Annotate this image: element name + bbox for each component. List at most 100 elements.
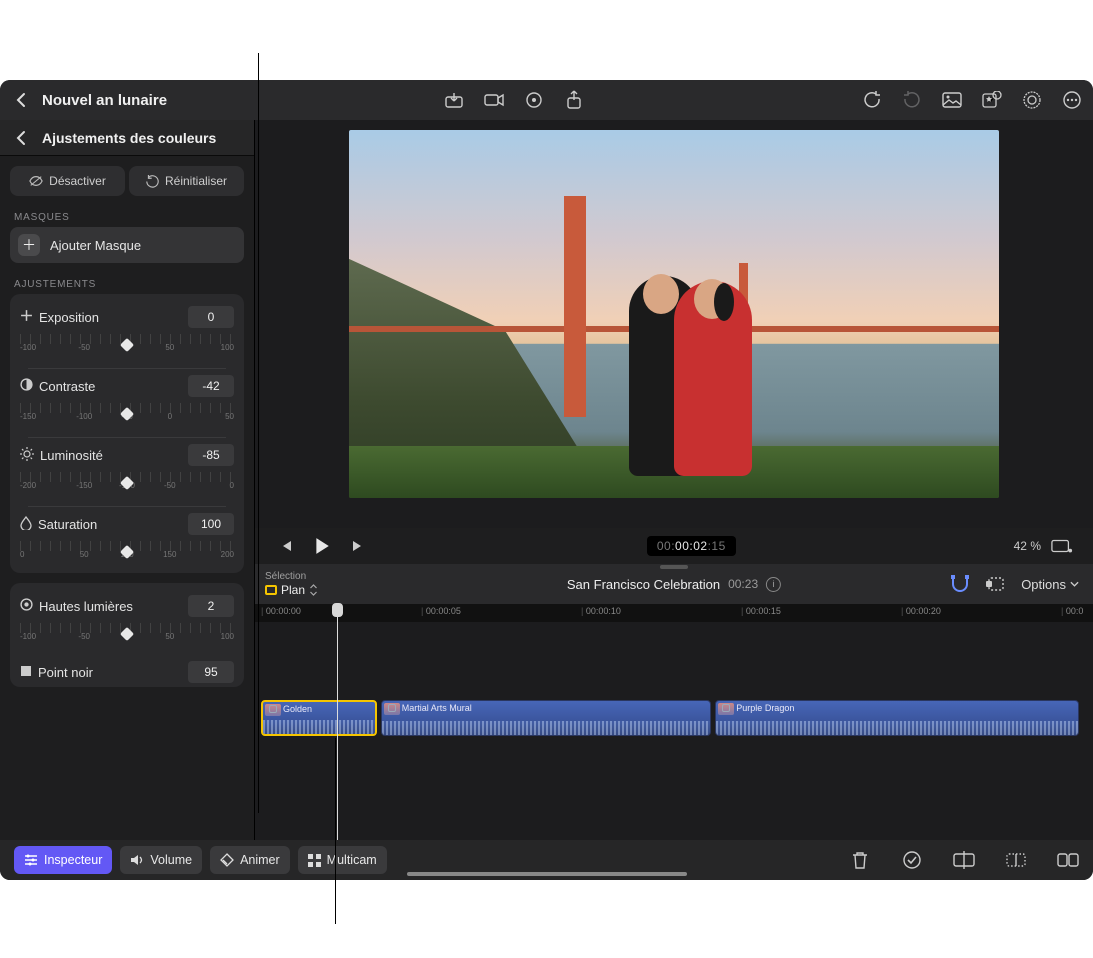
app-window: Nouvel an lunaire Ajustements des couleu…: [0, 80, 1093, 880]
ruler-tick: | 00:00:10: [581, 606, 621, 616]
split-icon[interactable]: [953, 849, 975, 871]
camera-icon[interactable]: [483, 89, 505, 111]
adjustment-value[interactable]: -42: [188, 375, 234, 397]
ruler-tick: | 00:0: [1061, 606, 1083, 616]
adjustment-icon: [20, 598, 33, 614]
delete-icon[interactable]: [849, 849, 871, 871]
selection-label: Sélection: [265, 571, 318, 582]
adjustment-slider[interactable]: -100-50050100: [20, 334, 234, 358]
clip-purple-dragon[interactable]: Purple Dragon: [715, 700, 1078, 736]
adjustment-icon: [20, 309, 33, 325]
multicam-tab[interactable]: Multicam: [298, 846, 387, 874]
inspector-tab[interactable]: Inspecteur: [14, 846, 112, 874]
plan-icon: [265, 585, 277, 595]
clip-golden[interactable]: Golden: [261, 700, 377, 736]
callout-line: [258, 53, 259, 813]
plus-icon: ＋: [18, 234, 40, 256]
effects-icon[interactable]: [981, 89, 1003, 111]
next-frame-icon[interactable]: [347, 535, 369, 557]
snapping-icon[interactable]: [985, 573, 1007, 595]
clip-checkbox[interactable]: [388, 704, 396, 712]
play-icon[interactable]: [311, 535, 333, 557]
adjustment-value[interactable]: 0: [188, 306, 234, 328]
disable-button[interactable]: Désactiver: [10, 166, 125, 196]
back-chevron-icon[interactable]: [10, 89, 32, 111]
adjustment-value[interactable]: -85: [188, 444, 234, 466]
timecode-display[interactable]: 00:00:02:15: [647, 536, 736, 556]
playhead[interactable]: [337, 604, 338, 840]
info-icon[interactable]: i: [766, 577, 781, 592]
ruler-tick: | 00:00:20: [901, 606, 941, 616]
undo-icon[interactable]: [861, 89, 883, 111]
zoom-value[interactable]: 42 %: [1014, 539, 1041, 553]
animate-tab[interactable]: Animer: [210, 846, 290, 874]
inspector-panel: Ajustements des couleurs Désactiver Réin…: [0, 120, 255, 840]
right-area: 00:00:02:15 42 % Sélection Plan: [255, 120, 1093, 840]
color-wheel-icon[interactable]: [1021, 89, 1043, 111]
project-title: Nouvel an lunaire: [42, 92, 167, 109]
adjustment-hautes-lumières: Hautes lumières 2 -100-50050100: [10, 589, 244, 655]
timeline-ruler[interactable]: | 00:00:00 | 00:00:05 | 00:00:10 | 00:00:15…: [255, 604, 1093, 622]
panel-header: Ajustements des couleurs: [0, 120, 254, 156]
clip-title: Purple Dragon: [736, 703, 794, 713]
adjustments-group-1: Exposition 0 -100-50050100 Contraste -42…: [10, 294, 244, 573]
clip-title: Martial Arts Mural: [402, 703, 472, 713]
viewer-mode-icon[interactable]: [1051, 535, 1073, 557]
trim-icon[interactable]: [1005, 849, 1027, 871]
adjustment-label: Contraste: [39, 379, 95, 394]
adjustment-icon: [20, 665, 32, 680]
clip-martial-arts-mural[interactable]: Martial Arts Mural: [381, 700, 711, 736]
home-indicator: [407, 872, 687, 876]
adjustment-icon: [20, 378, 33, 394]
panel-back-icon[interactable]: [10, 127, 32, 149]
add-mask-button[interactable]: ＋ Ajouter Masque: [10, 227, 244, 263]
adjustment-value[interactable]: 2: [188, 595, 234, 617]
clip-title: Golden: [283, 704, 312, 714]
adjustment-slider[interactable]: 050100150200: [20, 541, 234, 565]
magnetic-icon[interactable]: [949, 573, 971, 595]
adjustment-point-noir: Point noir 95: [10, 655, 244, 687]
share-icon[interactable]: [563, 89, 585, 111]
ruler-tick: | 00:00:00: [261, 606, 301, 616]
adjustment-icon: [20, 447, 34, 464]
more-icon[interactable]: [1061, 89, 1083, 111]
adjustment-saturation: Saturation 100 050100150200: [10, 507, 244, 573]
plan-mode-button[interactable]: Plan: [265, 583, 318, 597]
timeline-header: Sélection Plan San Francisco Celebration…: [255, 564, 1093, 604]
timeline-duration: 00:23: [728, 577, 758, 591]
volume-tab[interactable]: Volume: [120, 846, 202, 874]
adjustment-label: Point noir: [38, 665, 93, 680]
adjustment-slider[interactable]: -150-100-50050: [20, 403, 234, 427]
playbar: 00:00:02:15 42 %: [255, 528, 1093, 564]
background-icon[interactable]: [941, 89, 963, 111]
ruler-tick: | 00:00:05: [421, 606, 461, 616]
adjustments-section-label: AJUSTEMENTS: [0, 273, 254, 294]
import-icon[interactable]: [443, 89, 465, 111]
adjustment-label: Saturation: [38, 517, 97, 532]
timeline[interactable]: | 00:00:00 | 00:00:05 | 00:00:10 | 00:00:15…: [255, 604, 1093, 840]
clip-checkbox[interactable]: [269, 705, 277, 713]
enable-icon[interactable]: [901, 849, 923, 871]
adjustment-slider[interactable]: -200-150-100-500: [20, 472, 234, 496]
redo-icon[interactable]: [901, 89, 923, 111]
adjustments-group-2: Hautes lumières 2 -100-50050100 Point no…: [10, 583, 244, 687]
preview-frame: [349, 130, 999, 498]
options-button[interactable]: Options: [1021, 577, 1079, 592]
adjustment-label: Luminosité: [40, 448, 103, 463]
adjustment-slider[interactable]: -100-50050100: [20, 623, 234, 647]
callout-line: [335, 738, 336, 924]
adjustment-luminosité: Luminosité -85 -200-150-100-500: [10, 438, 244, 507]
adjustment-contraste: Contraste -42 -150-100-50050: [10, 369, 244, 438]
track-row: Golden Martial Arts Mural Purple Dragon: [261, 700, 1087, 738]
adjustment-icon: [20, 516, 32, 533]
adjustment-value[interactable]: 95: [188, 661, 234, 683]
ruler-tick: | 00:00:15: [741, 606, 781, 616]
adjustment-value[interactable]: 100: [188, 513, 234, 535]
crop-icon[interactable]: [1057, 849, 1079, 871]
drag-handle-icon[interactable]: [660, 565, 688, 569]
titlebar: Nouvel an lunaire: [0, 80, 1093, 120]
reset-button[interactable]: Réinitialiser: [129, 166, 244, 196]
voiceover-icon[interactable]: [523, 89, 545, 111]
clip-checkbox[interactable]: [722, 704, 730, 712]
prev-frame-icon[interactable]: [275, 535, 297, 557]
